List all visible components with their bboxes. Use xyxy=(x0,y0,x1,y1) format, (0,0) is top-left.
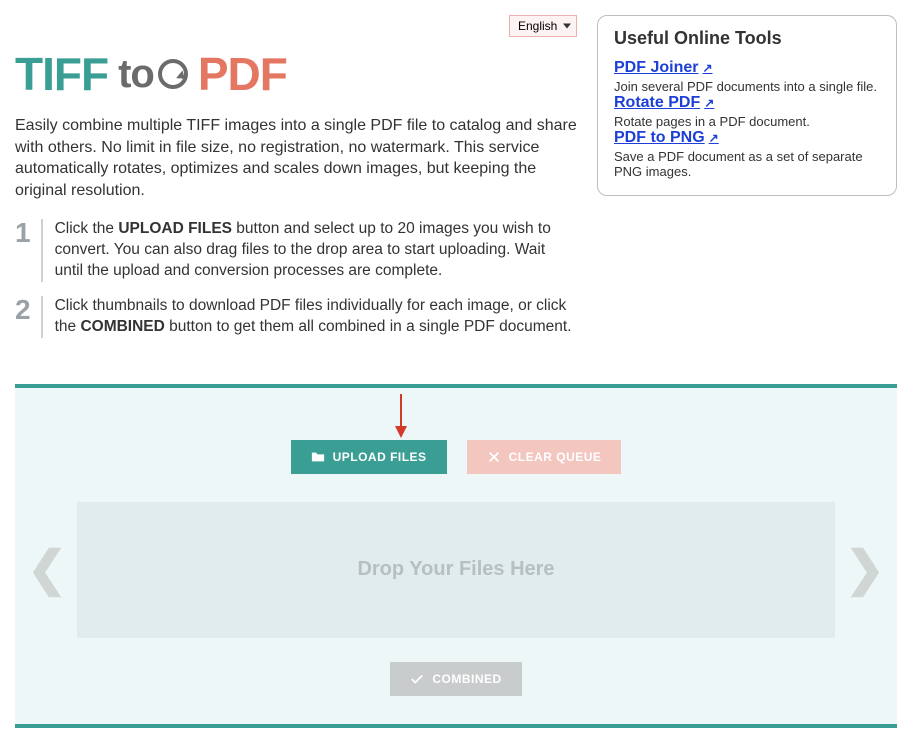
upload-area: UPLOAD FILES CLEAR QUEUE ❮ Drop Your Fil… xyxy=(15,384,897,728)
drop-zone-label: Drop Your Files Here xyxy=(357,558,554,581)
file-drop-zone[interactable]: Drop Your Files Here xyxy=(77,502,835,638)
sidebar-title: Useful Online Tools xyxy=(614,28,880,49)
step-2-text: Click thumbnails to download PDF files i… xyxy=(55,296,577,338)
external-icon: ↗ xyxy=(709,131,719,145)
tool-desc: Join several PDF documents into a single… xyxy=(614,79,880,94)
combined-button[interactable]: COMBINED xyxy=(390,662,521,696)
check-icon xyxy=(410,672,424,686)
logo-to: to xyxy=(118,52,188,97)
logo-pdf: PDF xyxy=(198,47,287,101)
tool-link-rotate-pdf[interactable]: Rotate PDF↗ xyxy=(614,94,714,112)
carousel-prev-button[interactable]: ❮ xyxy=(27,546,67,594)
carousel-next-button[interactable]: ❯ xyxy=(845,546,885,594)
upload-files-button[interactable]: UPLOAD FILES xyxy=(291,440,447,474)
folder-icon xyxy=(311,450,325,464)
tool-desc: Save a PDF document as a set of separate… xyxy=(614,149,880,179)
step-2-number: 2 xyxy=(15,296,43,338)
clear-queue-button[interactable]: CLEAR QUEUE xyxy=(467,440,622,474)
external-icon: ↗ xyxy=(704,96,714,110)
step-1-text: Click the UPLOAD FILES button and select… xyxy=(55,219,577,282)
intro-text: Easily combine multiple TIFF images into… xyxy=(15,115,577,201)
external-icon: ↗ xyxy=(702,61,712,75)
tool-link-pdf-joiner[interactable]: PDF Joiner↗ xyxy=(614,59,713,77)
close-icon xyxy=(487,450,501,464)
logo-tiff: TIFF xyxy=(15,47,108,101)
convert-icon xyxy=(158,59,188,89)
language-select[interactable]: English xyxy=(509,15,577,37)
useful-tools-panel: Useful Online Tools PDF Joiner↗ Join sev… xyxy=(597,15,897,196)
site-logo: TIFF to PDF xyxy=(15,47,577,101)
step-1-number: 1 xyxy=(15,219,43,282)
tool-link-pdf-to-png[interactable]: PDF to PNG↗ xyxy=(614,129,719,147)
tool-desc: Rotate pages in a PDF document. xyxy=(614,114,880,129)
pointer-arrow-icon xyxy=(394,392,408,438)
